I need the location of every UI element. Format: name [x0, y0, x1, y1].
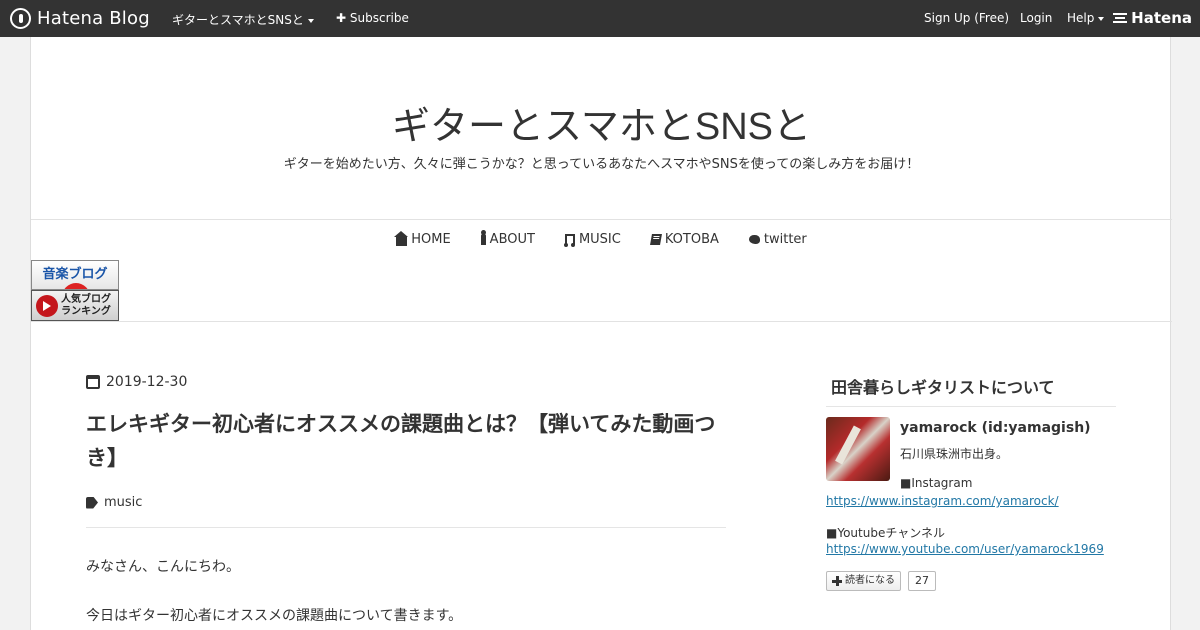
nav-label: HOME	[411, 232, 451, 247]
blog-menu-label: ギターとスマホとSNSと	[172, 13, 304, 27]
ranking-banner-label: 人気ブログ ランキング	[61, 294, 111, 318]
hatena-blog-icon	[10, 8, 31, 29]
nav-item-twitter[interactable]: twitter	[748, 232, 807, 247]
entry-category-label: music	[104, 495, 143, 510]
hatena-mark-icon	[1113, 13, 1128, 23]
divider	[31, 321, 1172, 322]
sidebar-heading: 田舎暮らしギタリストについて	[826, 374, 1116, 407]
ranking-banner[interactable]: 人気ブログ ランキング	[31, 290, 119, 321]
plus-icon: ✚	[336, 11, 347, 25]
blog-title[interactable]: ギターとスマホとSNSと	[31, 95, 1172, 150]
entry-paragraph: 今日はギター初心者にオススメの課題曲について書きます。	[86, 608, 463, 624]
hatena-blog-logo[interactable]: Hatena Blog	[10, 8, 150, 29]
subscribe-reader-label: 読者になる	[845, 575, 895, 586]
subscribe-label: Subscribe	[349, 11, 409, 25]
nav-item-kotoba[interactable]: KOTOBA	[649, 232, 719, 247]
global-nav: HOME ABOUT MUSIC KOTOBA twitter	[31, 219, 1172, 259]
play-icon	[36, 295, 58, 317]
help-dropdown[interactable]: Help	[1067, 11, 1105, 25]
nav-item-about[interactable]: ABOUT	[480, 230, 535, 247]
home-icon	[394, 230, 409, 246]
book-icon	[649, 234, 662, 245]
nav-label: ABOUT	[489, 232, 535, 247]
user-icon	[480, 230, 486, 245]
blog-description: ギターを始めたい方、久々に弾こうかな？と思っているあなたへスマホやSNSを使って…	[283, 157, 920, 172]
hatena-logo[interactable]: Hatena	[1113, 9, 1192, 27]
twitter-icon	[748, 235, 760, 244]
nav-item-home[interactable]: HOME	[394, 230, 451, 247]
entry-date-text: 2019-12-30	[106, 374, 188, 390]
subscribe-button[interactable]: ✚ Subscribe	[336, 11, 409, 25]
entry-title[interactable]: エレキギター初心者にオススメの課題曲とは？【弾いてみた動画つき】	[86, 407, 736, 475]
calendar-icon	[86, 375, 100, 389]
nav-label: twitter	[763, 232, 807, 247]
youtube-link[interactable]: https://www.youtube.com/user/yamarock196…	[826, 542, 1104, 556]
signup-link[interactable]: Sign Up (Free)	[924, 11, 1009, 25]
nav-label: KOTOBA	[664, 232, 719, 247]
instagram-link[interactable]: https://www.instagram.com/yamarock/	[826, 494, 1059, 508]
brand-text: Hatena Blog	[37, 8, 150, 29]
help-label: Help	[1067, 11, 1095, 25]
avatar[interactable]	[826, 417, 890, 481]
hatena-logo-text: Hatena	[1131, 9, 1192, 27]
plus-icon	[832, 576, 842, 586]
entry-date[interactable]: 2019-12-30	[86, 374, 187, 390]
tag-icon	[86, 496, 98, 509]
ranking-line1: 人気ブログ	[61, 294, 111, 305]
subscribe-reader-button[interactable]: 読者になる	[826, 571, 901, 591]
music-blog-banner-label: 音楽ブログ	[42, 267, 108, 282]
blog-container: ギターとスマホとSNSと ギターを始めたい方、久々に弾こうかな？と思っているあな…	[30, 37, 1172, 630]
entry-category[interactable]: music	[86, 495, 142, 510]
subscriber-count: 27	[908, 571, 936, 591]
global-header: Hatena Blog ギターとスマホとSNSと ✚ Subscribe Sig…	[0, 0, 1200, 37]
caret-down-icon	[307, 18, 314, 23]
nav-label: MUSIC	[578, 232, 621, 247]
music-icon	[563, 234, 575, 247]
music-blog-banner[interactable]: 音楽ブログ	[31, 260, 119, 290]
divider	[86, 527, 726, 528]
youtube-label: ■Youtubeチャンネル	[826, 526, 945, 540]
instagram-label: ■Instagram	[900, 476, 973, 490]
caret-down-icon	[1098, 16, 1105, 21]
blog-menu-dropdown[interactable]: ギターとスマホとSNSと	[172, 11, 314, 28]
entry-paragraph: みなさん、こんにちわ。	[86, 559, 240, 575]
banner-decoration	[62, 283, 90, 289]
ranking-line2: ランキング	[61, 306, 111, 317]
profile-location: 石川県珠洲市出身。	[900, 447, 1009, 461]
nav-item-music[interactable]: MUSIC	[563, 232, 621, 247]
profile-name[interactable]: yamarock (id:yamagish)	[900, 420, 1091, 436]
login-link[interactable]: Login	[1020, 11, 1052, 25]
